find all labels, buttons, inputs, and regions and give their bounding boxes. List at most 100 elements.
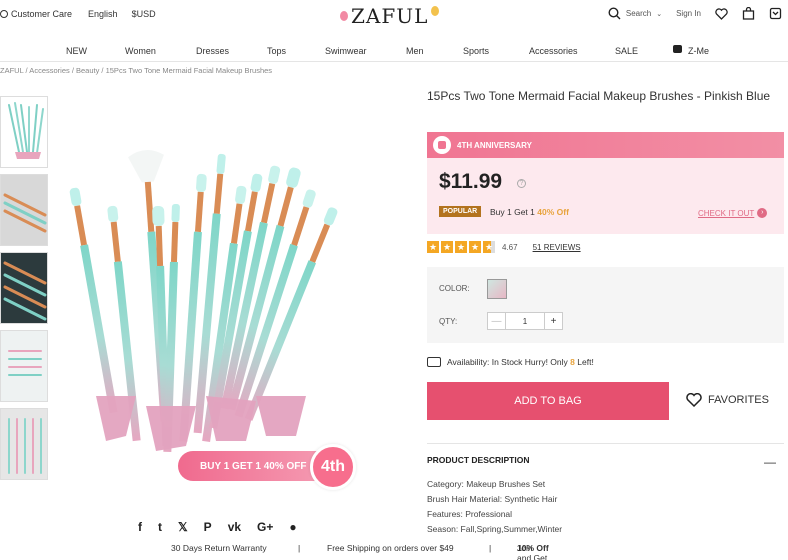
search-icon (608, 7, 621, 20)
chevron-down-icon: ⌄ (656, 10, 663, 18)
site-logo[interactable]: ZAFUL (340, 4, 440, 28)
balloon-yellow-icon (431, 6, 440, 16)
thumbnail-4[interactable] (0, 330, 48, 402)
price-box: $11.99 ? POPULAR Buy 1 Get 1 40% Off CHE… (427, 158, 784, 234)
add-to-bag-button[interactable]: ADD TO BAG (427, 382, 669, 420)
collapse-icon[interactable]: — (764, 455, 776, 469)
spec-item: Brush Hair Material: Synthetic Hair (427, 494, 558, 504)
nav-men[interactable]: Men (406, 46, 424, 56)
nav-tops[interactable]: Tops (267, 46, 286, 56)
thumbnail-2[interactable] (0, 174, 48, 246)
currency-selector[interactable]: $USD (132, 9, 156, 19)
language-selector[interactable]: English (88, 9, 118, 19)
bogo-offer: Buy 1 Get 1 40% Off (490, 207, 569, 217)
color-label: COLOR: (439, 284, 470, 293)
product-price: $11.99 (439, 170, 503, 193)
breadcrumb: ZAFUL / Accessories / Beauty / 15Pcs Two… (0, 66, 273, 75)
bogo-off: 40% Off (537, 207, 569, 217)
check-it-out-link[interactable]: CHECK IT OUT › (698, 208, 768, 218)
check-it-out-label: CHECK IT OUT (698, 208, 755, 218)
customer-care-label: Customer Care (11, 9, 73, 19)
availability-count: 8 (570, 357, 575, 367)
question-icon[interactable]: ? (517, 179, 526, 188)
search-button[interactable]: Search ⌄ (608, 7, 662, 20)
nav-dresses[interactable]: Dresses (196, 46, 229, 56)
color-swatch[interactable] (487, 279, 507, 299)
nav-sale[interactable]: SALE (615, 46, 638, 56)
spec-item: Features: Professional (427, 509, 513, 519)
promo-banner[interactable]: BUY 1 GET 1 40% OFF 4th (178, 444, 368, 490)
sign-in-link[interactable]: Sign In (676, 9, 701, 18)
thumbnail-1[interactable] (0, 96, 48, 168)
popular-badge: POPULAR (439, 206, 482, 217)
vk-icon[interactable]: vk (228, 520, 241, 534)
product-options: COLOR: QTY: — 1 + (427, 267, 784, 343)
bag-icon[interactable] (742, 7, 755, 20)
product-description-header[interactable]: PRODUCT DESCRIPTION (427, 443, 784, 465)
bogo-text: Buy 1 Get 1 (490, 207, 535, 217)
quantity-stepper: — 1 + (487, 312, 563, 330)
availability: Availability: In Stock Hurry! Only 8 Lef… (427, 357, 594, 367)
qty-label: QTY: (439, 317, 458, 326)
google-plus-icon[interactable]: G+ (257, 520, 273, 534)
availability-prefix: Availability: In Stock Hurry! Only (447, 357, 568, 367)
qty-minus-button[interactable]: — (488, 313, 506, 329)
heart-icon[interactable] (715, 7, 728, 20)
product-title: 15Pcs Two Tone Mermaid Facial Makeup Bru… (427, 89, 771, 103)
rating-row: ★ ★ ★ ★ ★ 4.67 51 REVIEWS (427, 241, 581, 253)
separator: | (298, 543, 301, 553)
pinterest-icon[interactable]: P (204, 520, 212, 534)
reviews-link[interactable]: 51 REVIEWS (533, 243, 581, 252)
camera-icon (673, 45, 682, 53)
returns-text: 30 Days Return Warranty (171, 543, 267, 553)
star-icon: ★ (427, 241, 439, 253)
truck-icon (427, 357, 441, 367)
messenger-icon[interactable]: ● (289, 520, 296, 534)
anniversary-label: 4TH ANNIVERSARY (457, 140, 532, 150)
benefits-bar: 30 Days Return Warranty | Free Shipping … (0, 543, 788, 560)
tumblr-icon[interactable]: t (158, 520, 162, 534)
customer-care-link[interactable]: Customer Care (0, 9, 72, 19)
cart-icon[interactable] (769, 7, 782, 20)
search-label: Search (625, 9, 652, 18)
availability-suffix: Left! (577, 357, 594, 367)
top-bar-right: Search ⌄ Sign In (608, 7, 782, 20)
twitter-icon[interactable]: 𝕏 (178, 520, 188, 534)
spec-item: Season: Fall,Spring,Summer,Winter (427, 524, 563, 534)
star-icon: ★ (455, 241, 467, 253)
join-offer: Join and Get 10% Off (517, 543, 549, 560)
thumbnail-5[interactable] (0, 408, 48, 480)
favorites-label: FAVORITES (708, 394, 769, 406)
main-nav: NEW Women Dresses Tops Swimwear Men Spor… (0, 40, 788, 62)
arrow-right-icon: › (757, 208, 768, 218)
star-icon: ★ (441, 241, 453, 253)
thumbnail-3[interactable] (0, 252, 48, 324)
favorites-button[interactable]: FAVORITES (686, 393, 769, 407)
nav-accessories[interactable]: Accessories (529, 46, 578, 56)
social-share: f t 𝕏 P vk G+ ● (138, 520, 297, 534)
join-text: Join and Get (517, 543, 548, 560)
logo-text: ZAFUL (351, 4, 429, 28)
thumbnail-strip (0, 96, 48, 486)
anniversary-badge: 4th (310, 444, 356, 490)
star-half-icon: ★ (483, 241, 495, 253)
nav-swimwear[interactable]: Swimwear (325, 46, 367, 56)
spec-item: Category: Makeup Brushes Set (427, 479, 546, 489)
nav-z-me[interactable]: Z-Me (688, 46, 709, 56)
qty-plus-button[interactable]: + (544, 313, 562, 329)
anniversary-banner: 4TH ANNIVERSARY (427, 132, 784, 158)
shipping-text: Free Shipping on orders over $49 (327, 543, 454, 553)
qty-input[interactable]: 1 (506, 313, 544, 329)
rating-score: 4.67 (502, 242, 518, 252)
anniversary-logo-icon (433, 136, 451, 154)
star-icon: ★ (469, 241, 481, 253)
balloon-pink-icon (340, 11, 348, 21)
facebook-icon[interactable]: f (138, 520, 142, 534)
product-specs: Category: Makeup Brushes Set Brush Hair … (427, 477, 562, 537)
separator: | (489, 543, 492, 553)
nav-sports[interactable]: Sports (463, 46, 489, 56)
product-main-image[interactable] (56, 96, 386, 496)
top-bar: Customer Care English $USD ZAFUL Search … (0, 0, 788, 32)
nav-new[interactable]: NEW (66, 46, 87, 56)
nav-women[interactable]: Women (125, 46, 156, 56)
